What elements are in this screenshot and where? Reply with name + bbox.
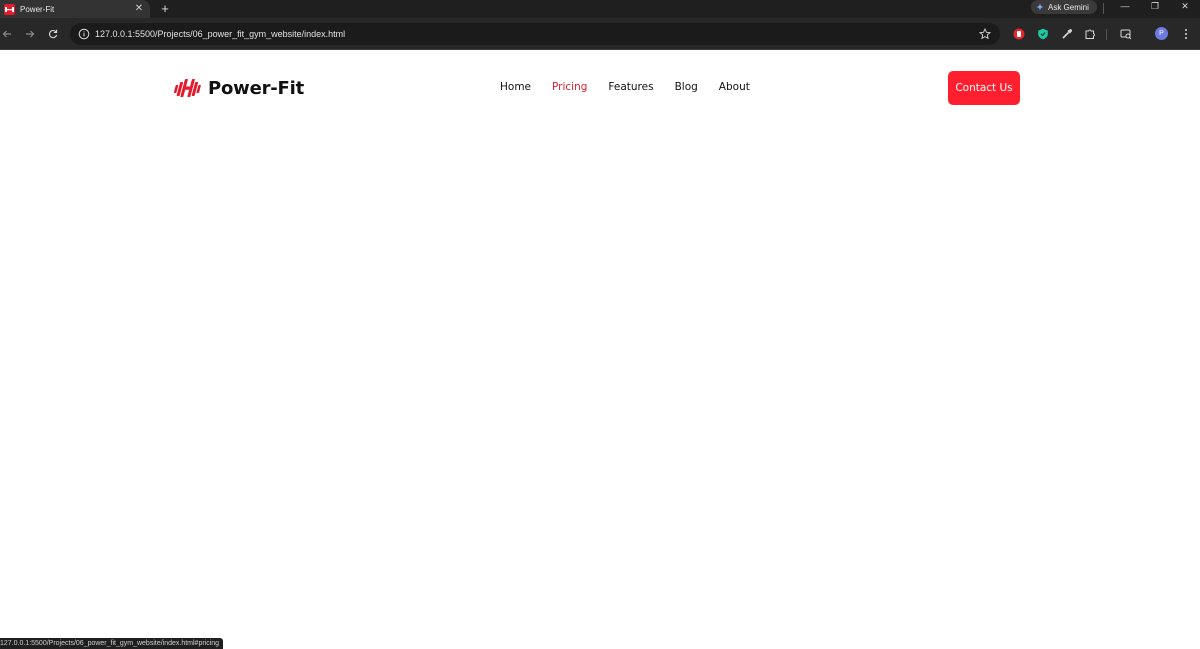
url-text[interactable]: 127.0.0.1:5500/Projects/06_power_fit_gym… (95, 23, 345, 45)
more-menu-icon[interactable] (1181, 27, 1191, 41)
browser-tab[interactable]: Power-Fit ✕ (0, 0, 150, 18)
restore-button[interactable]: ❐ (1140, 0, 1170, 14)
reload-icon[interactable] (46, 27, 60, 41)
address-bar[interactable]: 127.0.0.1:5500/Projects/06_power_fit_gym… (70, 23, 1000, 45)
tab-strip-divider (1103, 3, 1104, 14)
minimize-button[interactable]: — (1110, 0, 1140, 14)
back-arrow-icon[interactable] (0, 27, 14, 41)
site-info-icon[interactable] (78, 28, 90, 40)
dumbbell-logo-icon (174, 79, 201, 97)
web-page: Power-Fit Home Pricing Features Blog Abo… (0, 51, 1200, 649)
extension-vpn-icon[interactable] (1036, 27, 1050, 41)
tab-title: Power-Fit (20, 4, 55, 14)
new-tab-button[interactable]: + (157, 0, 173, 18)
extension-dropper-icon[interactable] (1060, 27, 1074, 41)
browser-tab-strip: Power-Fit ✕ + Ask Gemini — ❐ ✕ (0, 0, 1200, 18)
nav-link-blog[interactable]: Blog (675, 81, 698, 93)
nav-link-features[interactable]: Features (608, 81, 653, 93)
dumbbell-favicon-icon (4, 3, 15, 15)
browser-toolbar: 127.0.0.1:5500/Projects/06_power_fit_gym… (0, 18, 1200, 50)
toolbar-divider (1106, 29, 1107, 40)
extension-shield-icon[interactable] (1012, 27, 1026, 41)
tab-search-icon[interactable] (1119, 27, 1133, 41)
ask-gemini-label: Ask Gemini (1048, 2, 1089, 12)
nav-link-about[interactable]: About (719, 81, 750, 93)
gemini-sparkle-icon (1036, 3, 1044, 11)
window-close-button[interactable]: ✕ (1170, 0, 1200, 14)
link-status-bubble: 127.0.0.1:5500/Projects/06_power_fit_gym… (0, 638, 224, 649)
main-navigation: Home Pricing Features Blog About (500, 81, 771, 93)
contact-us-button[interactable]: Contact Us (948, 71, 1020, 105)
close-tab-icon[interactable]: ✕ (132, 0, 146, 18)
forward-arrow-icon[interactable] (23, 27, 37, 41)
nav-link-pricing[interactable]: Pricing (552, 81, 587, 93)
extensions-puzzle-icon[interactable] (1083, 27, 1097, 41)
brand-name: Power-Fit (208, 77, 305, 99)
brand-logo-link[interactable]: Power-Fit (174, 77, 304, 99)
ask-gemini-button[interactable]: Ask Gemini (1031, 0, 1097, 14)
profile-avatar[interactable]: P (1155, 27, 1168, 40)
bookmark-star-icon[interactable] (979, 28, 991, 40)
nav-link-home[interactable]: Home (500, 81, 531, 93)
